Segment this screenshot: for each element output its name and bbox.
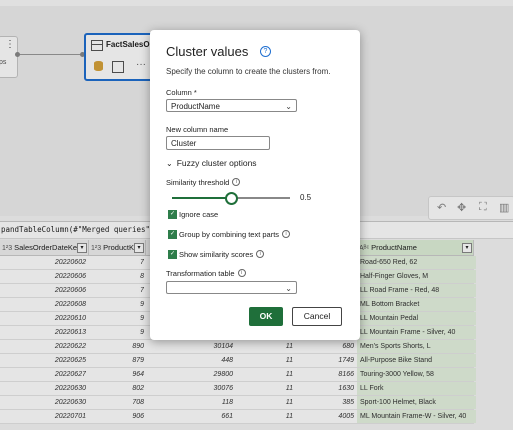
ignore-case-label: Ignore case — [179, 210, 219, 219]
dialog-description: Specify the column to create the cluster… — [166, 67, 331, 76]
dialog-title: Cluster values — [166, 44, 249, 59]
new-column-input[interactable]: Cluster — [166, 136, 270, 150]
similarity-label: Similarity threshold i — [166, 178, 241, 187]
similarity-slider-fill — [172, 197, 231, 199]
transformation-select[interactable]: ⌄ — [166, 281, 297, 294]
show-scores-label: Show similarity scores i — [179, 250, 265, 259]
group-combine-checkbox[interactable]: ✓ — [168, 230, 177, 239]
info-icon[interactable]: i — [282, 230, 291, 238]
info-icon[interactable]: i — [256, 250, 265, 258]
cluster-values-dialog: Cluster values ? Specify the column to c… — [150, 30, 360, 340]
info-icon[interactable]: i — [232, 178, 241, 186]
new-column-label: New column name — [166, 125, 229, 134]
info-icon[interactable]: i — [237, 269, 246, 277]
help-icon[interactable]: ? — [260, 46, 271, 57]
show-scores-checkbox[interactable]: ✓ — [168, 250, 177, 259]
similarity-value: 0.5 — [300, 193, 312, 202]
ok-button[interactable]: OK — [249, 307, 283, 326]
chevron-down-icon: ⌄ — [166, 159, 173, 168]
transformation-label: Transformation table i — [166, 269, 246, 278]
cancel-button[interactable]: Cancel — [292, 307, 342, 326]
column-select[interactable]: ProductName ⌄ — [166, 99, 297, 112]
chevron-down-icon: ⌄ — [285, 284, 292, 293]
group-combine-label: Group by combining text parts i — [179, 230, 291, 239]
similarity-slider-thumb[interactable] — [225, 192, 238, 205]
chevron-down-icon: ⌄ — [285, 102, 292, 111]
column-label: Column * — [166, 88, 197, 97]
ignore-case-checkbox[interactable]: ✓ — [168, 210, 177, 219]
fuzzy-options-toggle[interactable]: ⌄ Fuzzy cluster options — [166, 158, 257, 168]
